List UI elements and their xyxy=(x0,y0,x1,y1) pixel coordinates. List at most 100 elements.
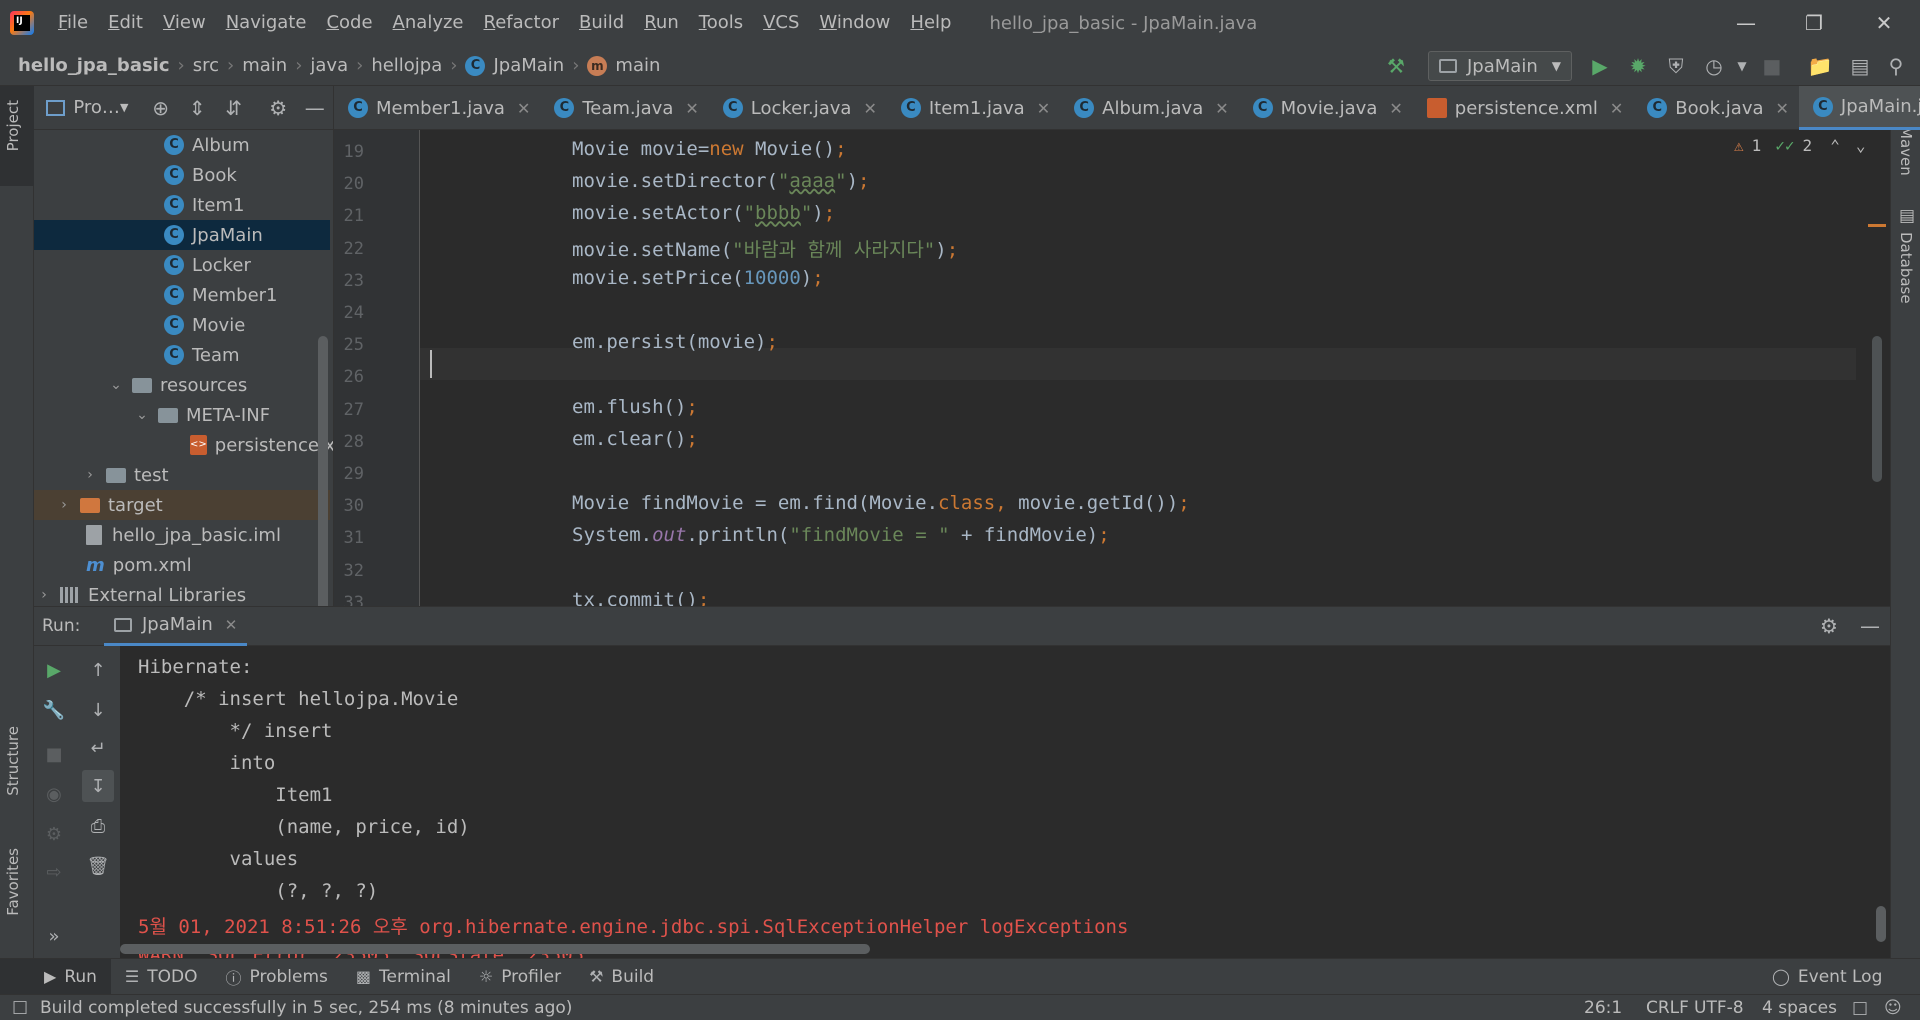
tree-item-target[interactable]: › target xyxy=(34,490,330,520)
inspection-widget[interactable]: ⚠ 1 ✓✓ 2 ⌃ ⌄ xyxy=(1734,136,1865,155)
editor-tab-movie-java[interactable]: C Movie.java ✕ xyxy=(1239,86,1413,130)
print-icon[interactable]: ⎙ xyxy=(84,812,112,840)
close-tab-icon[interactable]: ✕ xyxy=(225,616,238,634)
camera-icon[interactable]: ◉ xyxy=(40,780,68,808)
menu-help[interactable]: Help xyxy=(900,0,961,46)
breadcrumb-java[interactable]: java xyxy=(304,55,354,76)
expand-all-icon[interactable]: ⇕ xyxy=(179,96,216,120)
database-tool-tab[interactable]: Database xyxy=(1897,232,1915,304)
editor-tab-album-java[interactable]: C Album.java ✕ xyxy=(1060,86,1239,130)
editor-tab-item1-java[interactable]: C Item1.java ✕ xyxy=(887,86,1060,130)
editor-tab-book-java[interactable]: C Book.java ✕ xyxy=(1633,86,1799,130)
breadcrumb-package[interactable]: hellojpa xyxy=(365,55,448,76)
run-tab-jpamain[interactable]: JpaMain ✕ xyxy=(104,606,248,646)
close-tab-icon[interactable]: ✕ xyxy=(1215,99,1228,118)
event-log-button[interactable]: ◯ Event Log xyxy=(1758,959,1896,995)
todo-tool-button[interactable]: ☰ TODO xyxy=(111,959,212,995)
close-tab-icon[interactable]: ✕ xyxy=(517,99,530,118)
stop-icon[interactable]: ■ xyxy=(40,740,68,768)
close-tab-icon[interactable]: ✕ xyxy=(1776,99,1789,118)
breadcrumb-src[interactable]: src xyxy=(187,55,225,76)
tree-item-meta-inf[interactable]: ⌄ META-INF xyxy=(34,400,330,430)
file-encoding[interactable]: UTF-8 xyxy=(1694,998,1744,1018)
trash-icon[interactable]: 🗑 xyxy=(84,852,112,880)
breadcrumb-main[interactable]: main xyxy=(236,55,293,76)
tree-item-item1[interactable]: C Item1 xyxy=(34,190,330,220)
more-run-chevron-icon[interactable]: ▼ xyxy=(1728,52,1756,80)
status-message[interactable]: Build completed successfully in 5 sec, 2… xyxy=(40,998,572,1018)
previous-highlight-icon[interactable]: ⌃ xyxy=(1830,136,1840,155)
debug-icon[interactable]: ✹ xyxy=(1624,52,1652,80)
menu-build[interactable]: Build xyxy=(569,0,634,46)
menu-window[interactable]: Window xyxy=(809,0,900,46)
close-tab-icon[interactable]: ✕ xyxy=(1037,99,1050,118)
project-tool-tab[interactable]: Project xyxy=(4,100,22,151)
toggle-tool-windows-icon[interactable]: □ xyxy=(12,997,28,1017)
editor-tab-persistence-xml[interactable]: persistence.xml ✕ xyxy=(1413,86,1633,130)
minimize-icon[interactable]: — xyxy=(1710,0,1782,46)
run-configuration-select[interactable]: JpaMain ▼ xyxy=(1428,51,1572,81)
close-tab-icon[interactable]: ✕ xyxy=(1610,99,1623,118)
breadcrumb-project[interactable]: hello_jpa_basic xyxy=(0,55,176,76)
tree-item-team[interactable]: C Team xyxy=(34,340,330,370)
console-vertical-scrollbar[interactable] xyxy=(1876,906,1886,942)
profiler-tool-button[interactable]: ☼ Profiler xyxy=(465,959,575,995)
restore-icon[interactable]: ❐ xyxy=(1778,0,1850,46)
project-view-label[interactable]: Pro… xyxy=(73,97,120,118)
tree-item-persistence-xml[interactable]: <> persistence.xml xyxy=(34,430,333,460)
favorites-tool-tab[interactable]: Favorites xyxy=(4,848,22,916)
terminal-tool-button[interactable]: ▩ Terminal xyxy=(342,959,465,995)
menu-code[interactable]: Code xyxy=(316,0,382,46)
gear-icon[interactable]: ⚙ xyxy=(260,96,297,120)
maven-tool-tab[interactable]: Maven xyxy=(1897,126,1915,176)
editor-tab-member1-java[interactable]: C Member1.java ✕ xyxy=(334,86,540,130)
collapse-all-icon[interactable]: ⇵ xyxy=(215,96,252,120)
chevron-right-icon[interactable]: › xyxy=(80,467,100,483)
menu-run[interactable]: Run xyxy=(634,0,689,46)
search-icon[interactable]: ⚲ xyxy=(1882,52,1910,80)
tree-item-locker[interactable]: C Locker xyxy=(34,250,330,280)
run-console[interactable]: Hibernate: /* insert hellojpa.Movie */ i… xyxy=(120,646,1890,958)
console-horizontal-scrollbar[interactable] xyxy=(120,944,870,954)
breadcrumb-class[interactable]: C JpaMain xyxy=(459,55,570,76)
menu-file[interactable]: File xyxy=(48,0,98,46)
project-structure-icon[interactable]: 📁 xyxy=(1806,52,1834,80)
code-editor[interactable]: 19 20 21 22 23 24 25 26 27 28 29 30 31 32 33 Movie mov… xyxy=(334,130,1890,606)
tree-item-test[interactable]: › test xyxy=(34,460,330,490)
soft-wrap-icon[interactable]: ↵ xyxy=(84,734,112,762)
next-highlight-icon[interactable]: ⌄ xyxy=(1856,136,1866,155)
run-tool-button[interactable]: ▶ Run xyxy=(0,958,111,995)
build-tool-button[interactable]: ⚒ Build xyxy=(575,959,668,995)
more-icon[interactable]: » xyxy=(40,922,68,950)
menu-navigate[interactable]: Navigate xyxy=(216,0,317,46)
run-icon[interactable]: ▶ xyxy=(1586,52,1614,80)
gear-icon[interactable]: ⚙ xyxy=(1820,614,1838,638)
inspector-icon[interactable]: ☺ xyxy=(1884,998,1902,1018)
close-tab-icon[interactable]: ✕ xyxy=(685,99,698,118)
problems-tool-button[interactable]: ⓘ Problems xyxy=(212,959,342,995)
down-arrow-icon[interactable]: ↓ xyxy=(84,696,112,724)
tree-item-external-libraries[interactable]: › External Libraries xyxy=(34,580,330,606)
tree-item-movie[interactable]: C Movie xyxy=(34,310,330,340)
menu-refactor[interactable]: Refactor xyxy=(474,0,570,46)
rerun-icon[interactable]: ▶ xyxy=(40,656,68,684)
chevron-right-icon[interactable]: › xyxy=(54,497,74,513)
editor-scrollbar[interactable] xyxy=(1872,336,1882,482)
tree-item-album[interactable]: C Album xyxy=(34,130,330,160)
profile-icon[interactable]: ◷ xyxy=(1700,52,1728,80)
chevron-down-icon[interactable]: ▼ xyxy=(120,101,128,114)
chevron-down-icon[interactable]: ⌄ xyxy=(106,377,126,393)
wrench-icon[interactable]: 🔧 xyxy=(40,696,68,724)
structure-tool-tab[interactable]: Structure xyxy=(4,726,22,796)
breadcrumb-method[interactable]: m main xyxy=(581,55,666,76)
editor-tab-locker-java[interactable]: C Locker.java ✕ xyxy=(709,86,887,130)
hide-icon[interactable]: — xyxy=(1860,614,1880,638)
tree-item-member1[interactable]: C Member1 xyxy=(34,280,330,310)
chevron-down-icon[interactable]: ⌄ xyxy=(132,407,152,423)
build-hammer-icon[interactable]: ⚒ xyxy=(1382,52,1410,80)
tree-item-jpamain[interactable]: C JpaMain xyxy=(34,220,330,250)
exit-icon[interactable]: ⇨ xyxy=(40,858,68,886)
run-anything-icon[interactable]: ▤ xyxy=(1846,52,1874,80)
locate-file-icon[interactable]: ⊕ xyxy=(142,96,179,120)
tree-item-hello-jpa-basic-iml[interactable]: hello_jpa_basic.iml xyxy=(34,520,330,550)
